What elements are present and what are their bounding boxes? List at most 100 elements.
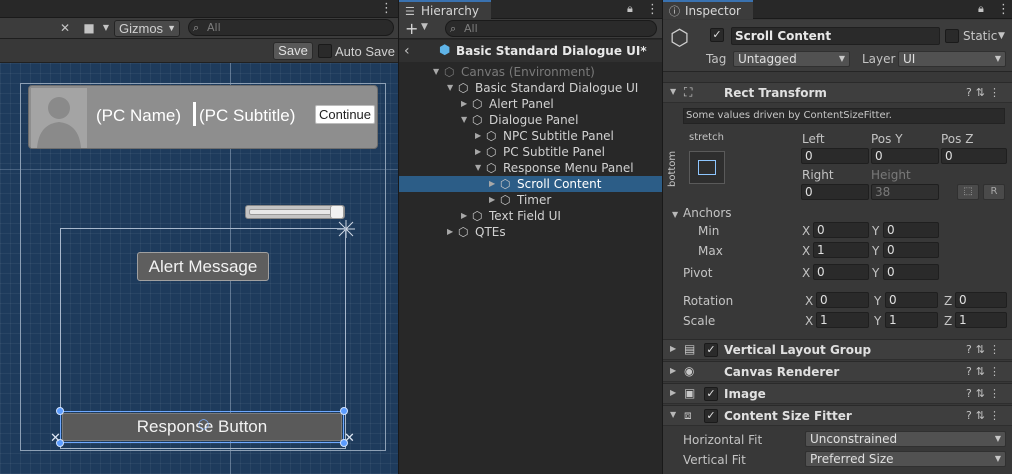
- fold-closed-icon[interactable]: ▶: [475, 144, 481, 160]
- back-chevron-icon[interactable]: ‹: [404, 43, 410, 59]
- scene-header[interactable]: ‹ ⬢ Basic Standard Dialogue UI*: [399, 40, 662, 62]
- scene-more-icon[interactable]: ⋮: [380, 1, 393, 16]
- fold-closed-icon[interactable]: ▶: [475, 128, 481, 144]
- object-name-field[interactable]: Scroll Content: [731, 27, 940, 45]
- layer-dropdown[interactable]: UI ▼: [898, 51, 1006, 67]
- fold-closed-icon[interactable]: ▶: [670, 344, 676, 353]
- rotation-z-field[interactable]: 0: [955, 292, 1007, 308]
- anchor-max-x-field[interactable]: 1: [813, 242, 869, 258]
- fold-closed-icon[interactable]: ▶: [447, 224, 453, 240]
- scene-search-input[interactable]: ⌕ All: [188, 19, 394, 36]
- fold-closed-icon[interactable]: ▶: [489, 192, 495, 208]
- autosave-checkbox[interactable]: [318, 44, 332, 58]
- fold-closed-icon[interactable]: ▶: [670, 388, 676, 397]
- component-menu-icons[interactable]: ?⇅⋮: [966, 86, 1004, 99]
- tag-dropdown[interactable]: Untagged ▼: [733, 51, 850, 67]
- posy-field[interactable]: 0: [871, 148, 939, 164]
- vertical-layout-group-header[interactable]: ▶ ▤ ✓ Vertical Layout Group ?⇅⋮: [663, 339, 1012, 360]
- tab-hierarchy[interactable]: ☰ Hierarchy: [399, 0, 492, 19]
- image-enabled-checkbox[interactable]: ✓: [704, 387, 718, 401]
- hierarchy-item[interactable]: ▶ ⬡ Text Field UI: [399, 208, 662, 224]
- blueprint-mode-button[interactable]: ⬚: [957, 184, 979, 200]
- fold-closed-icon[interactable]: ▶: [670, 366, 676, 375]
- fold-closed-icon[interactable]: ▶: [461, 96, 467, 112]
- inspector-panel: ⓘ Inspector 🔒︎ ⋮ ⬡ ✓ Scroll Content Stat…: [663, 0, 1012, 474]
- hierarchy-item[interactable]: ▼ ⬡ Dialogue Panel: [399, 112, 662, 128]
- lock-icon[interactable]: 🔒︎: [978, 2, 984, 16]
- resize-handle-tr[interactable]: [340, 407, 348, 415]
- fold-closed-icon[interactable]: ▶: [489, 176, 495, 192]
- raw-edit-button[interactable]: R: [983, 184, 1005, 200]
- fold-open-icon[interactable]: ▼: [670, 87, 676, 96]
- content-size-fitter-header[interactable]: ▼ ⧈ ✓ Content Size Fitter ?⇅⋮: [663, 405, 1012, 426]
- inspector-tab-label: Inspector: [685, 4, 741, 18]
- fold-open-icon[interactable]: ▼: [447, 80, 453, 96]
- hierarchy-item[interactable]: ▼ ⬡ Canvas (Environment): [399, 64, 662, 80]
- static-checkbox[interactable]: [945, 29, 959, 43]
- rotation-y-field[interactable]: 0: [885, 292, 938, 308]
- hierarchy-item[interactable]: ▶ ⬡ Alert Panel: [399, 96, 662, 112]
- active-checkbox[interactable]: ✓: [710, 28, 724, 42]
- hierarchy-item[interactable]: ▶ ⬡ PC Subtitle Panel: [399, 144, 662, 160]
- resize-handle-tl[interactable]: [56, 407, 64, 415]
- component-menu-icons[interactable]: ?⇅⋮: [966, 343, 1004, 356]
- image-header[interactable]: ▶ ▣ ✓ Image ?⇅⋮: [663, 383, 1012, 404]
- hierarchy-item[interactable]: ▶ ⬡ Scroll Content: [399, 176, 662, 192]
- camera-icon[interactable]: ■: [80, 20, 98, 36]
- horizontal-fit-dropdown[interactable]: Unconstrained ▼: [805, 431, 1006, 447]
- scale-z-field[interactable]: 1: [955, 312, 1007, 328]
- canvas-renderer-header[interactable]: ▶ ◉ Canvas Renderer ?⇅⋮: [663, 361, 1012, 382]
- hierarchy-item[interactable]: ▼ ⬡ Basic Standard Dialogue UI: [399, 80, 662, 96]
- component-menu-icons[interactable]: ?⇅⋮: [966, 409, 1004, 422]
- scale-x-field[interactable]: 1: [816, 312, 869, 328]
- anchors-label: Anchors: [683, 206, 732, 220]
- rotation-x-field[interactable]: 0: [816, 292, 869, 308]
- chevron-down-icon[interactable]: ▼: [998, 31, 1005, 41]
- continue-button[interactable]: Continue: [315, 105, 375, 124]
- fold-open-icon[interactable]: ▼: [461, 112, 467, 128]
- anchor-presets-button[interactable]: [689, 151, 725, 184]
- hierarchy-search-input[interactable]: ⌕ All: [445, 20, 657, 37]
- fold-open-icon[interactable]: ▼: [433, 64, 439, 80]
- vlg-enabled-checkbox[interactable]: ✓: [704, 343, 718, 357]
- save-button[interactable]: Save: [273, 42, 313, 60]
- fold-open-icon[interactable]: ▼: [475, 160, 481, 176]
- timer-slider[interactable]: [245, 205, 345, 219]
- inspector-more-icon[interactable]: ⋮: [997, 2, 1010, 17]
- pc-subtitle-panel[interactable]: (PC Name) (PC Subtitle) Continue: [28, 85, 378, 149]
- add-object-button[interactable]: +: [405, 20, 418, 38]
- hierarchy-item[interactable]: ▶ ⬡ QTEs: [399, 224, 662, 240]
- timer-handle[interactable]: [330, 205, 344, 219]
- hierarchy-item[interactable]: ▶ ⬡ NPC Subtitle Panel: [399, 128, 662, 144]
- alert-message-box[interactable]: Alert Message: [137, 252, 269, 281]
- layer-value: UI: [903, 52, 916, 66]
- component-menu-icons[interactable]: ?⇅⋮: [966, 387, 1004, 400]
- pivot-y-field[interactable]: 0: [883, 264, 939, 280]
- vertical-fit-dropdown[interactable]: Preferred Size ▼: [805, 451, 1006, 467]
- scale-y-field[interactable]: 1: [885, 312, 938, 328]
- hierarchy-item[interactable]: ▶ ⬡ Timer: [399, 192, 662, 208]
- hierarchy-item[interactable]: ▼ ⬡ Response Menu Panel: [399, 160, 662, 176]
- tab-inspector[interactable]: ⓘ Inspector: [663, 0, 753, 19]
- posz-field[interactable]: 0: [941, 148, 1007, 164]
- scene-search-placeholder: All: [207, 21, 221, 34]
- anchor-min-x-field[interactable]: 0: [813, 222, 869, 238]
- gizmos-button[interactable]: Gizmos ▼: [114, 20, 180, 37]
- anchor-max-y-field[interactable]: 0: [883, 242, 939, 258]
- fold-closed-icon[interactable]: ▶: [461, 208, 467, 224]
- camera-dropdown-icon[interactable]: ▼: [97, 20, 115, 36]
- pivot-x-field[interactable]: 0: [813, 264, 869, 280]
- fold-open-icon[interactable]: ▼: [672, 210, 678, 219]
- component-menu-icons[interactable]: ?⇅⋮: [966, 365, 1004, 378]
- scene-viewport[interactable]: (PC Name) (PC Subtitle) Continue Alert M…: [0, 63, 398, 474]
- fold-open-icon[interactable]: ▼: [670, 410, 676, 419]
- left-field[interactable]: 0: [801, 148, 869, 164]
- right-field[interactable]: 0: [801, 184, 869, 200]
- hierarchy-item-label: NPC Subtitle Panel: [503, 129, 614, 143]
- lock-icon[interactable]: 🔒︎: [627, 2, 633, 16]
- hierarchy-more-icon[interactable]: ⋮: [646, 2, 659, 17]
- anchor-min-y-field[interactable]: 0: [883, 222, 939, 238]
- csf-enabled-checkbox[interactable]: ✓: [704, 409, 718, 423]
- tools-icon[interactable]: ✕: [56, 20, 74, 36]
- rect-transform-header[interactable]: ▼ ⛶ Rect Transform ?⇅⋮: [663, 82, 1012, 103]
